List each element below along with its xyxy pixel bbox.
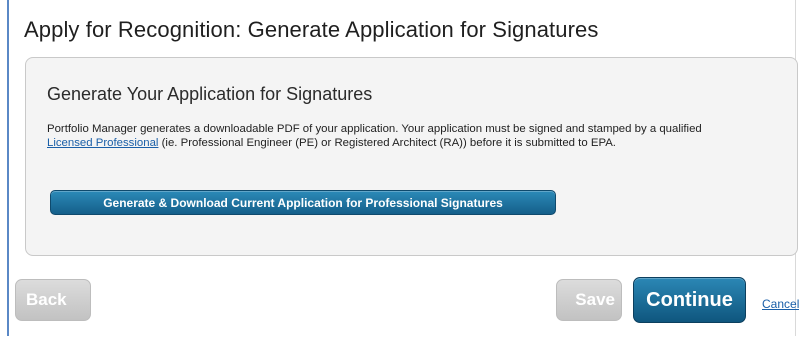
back-button[interactable]: Back	[15, 279, 91, 321]
description-text-end: (ie. Professional Engineer (PE) or Regis…	[158, 137, 616, 149]
description-text-start: Portfolio Manager generates a downloadab…	[47, 123, 702, 135]
licensed-professional-link[interactable]: Licensed Professional	[47, 137, 158, 149]
cancel-link[interactable]: Cancel	[762, 297, 799, 311]
page-frame: Apply for Recognition: Generate Applicat…	[7, 0, 799, 336]
panel-title: Generate Your Application for Signatures	[47, 84, 373, 104]
save-button[interactable]: Save	[556, 279, 622, 321]
panel-description: Portfolio Manager generates a downloadab…	[47, 122, 737, 150]
page-title: Apply for Recognition: Generate Applicat…	[24, 17, 599, 42]
generate-application-panel: Generate Your Application for Signatures…	[25, 57, 798, 256]
continue-button[interactable]: Continue	[633, 277, 746, 323]
generate-download-button[interactable]: Generate & Download Current Application …	[50, 190, 556, 215]
